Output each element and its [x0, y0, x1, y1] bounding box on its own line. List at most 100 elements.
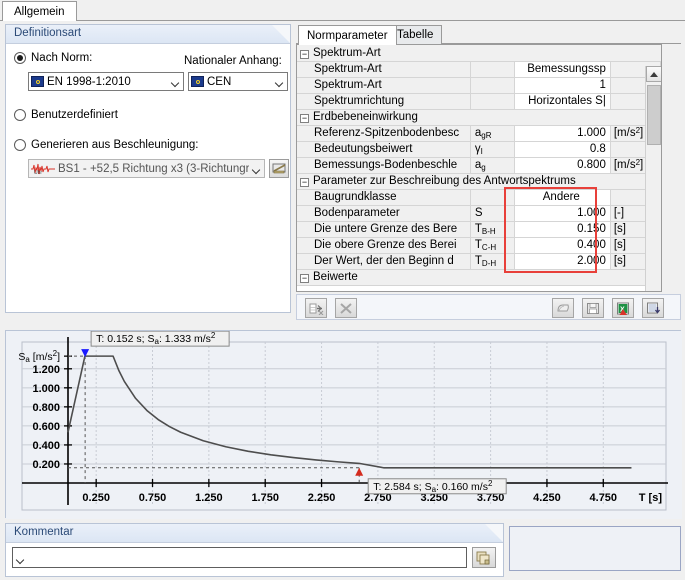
save-button[interactable] [582, 298, 604, 318]
group-label-cell: − Parameter zur Beschreibung des Antworts… [297, 173, 661, 190]
table-row[interactable]: Bedeutungsbeiwert γI 0.8 [297, 141, 661, 158]
kommentar-groupbox: Kommentar [5, 523, 504, 577]
row-name: Bemessungs-Bodenbeschle [297, 157, 471, 174]
radio-benutzerdefiniert[interactable]: Benutzerdefiniert [14, 109, 118, 121]
nationaler-anhang-label: Nationaler Anhang: [184, 55, 282, 67]
radio-nach-norm[interactable]: Nach Norm: [14, 52, 92, 64]
collapse-icon[interactable]: − [300, 178, 309, 187]
row-symbol: S [470, 205, 515, 222]
svg-text:Uhr: Uhr [34, 170, 42, 175]
tab-normparameter-label: Normparameter [307, 29, 388, 42]
parameter-table-body: − Spektrum-Art Spektrum-Art Bemessungssp … [297, 45, 661, 286]
row-value[interactable]: 0.400 [514, 237, 611, 254]
radio-benutzerdefiniert-label: Benutzerdefiniert [31, 109, 118, 121]
row-name: Der Wert, der den Beginn d [297, 253, 471, 270]
row-value[interactable]: 0.800 [514, 157, 611, 174]
row-name: Spektrum-Art [297, 61, 471, 78]
dialog-window: Allgemein Definitionsart Nach Norm: Nati… [0, 0, 685, 580]
collapse-icon[interactable]: − [300, 114, 309, 123]
chevron-down-icon[interactable] [17, 552, 24, 564]
row-name: Spektrum-Art [297, 77, 471, 94]
radio-nach-norm-dot [14, 52, 26, 64]
comment-input[interactable] [12, 547, 467, 568]
definitionsart-groupbox: Definitionsart Nach Norm: Nationaler Anh… [5, 24, 291, 313]
annex-combo-value: CEN [207, 75, 232, 88]
tab-allgemein-label: Allgemein [14, 5, 65, 18]
comment-library-button[interactable] [472, 547, 496, 568]
spectrum-chart[interactable]: 0.2000.4000.6000.8001.0001.200Sa [m/s2]0… [6, 331, 682, 519]
import-button[interactable] [642, 298, 664, 318]
row-value[interactable]: 0.8 [514, 141, 611, 158]
accelerogram-combo-value: BS1 - +52,5 Richtung x3 (3-Richtungr [58, 162, 249, 175]
svg-text:4.250: 4.250 [533, 492, 561, 504]
table-row[interactable]: Der Wert, der den Beginn d TD-H 2.000 [s… [297, 253, 661, 270]
insert-row-button[interactable] [305, 298, 327, 318]
table-row[interactable]: Spektrum-Art Bemessungssp [297, 61, 661, 78]
row-symbol [470, 189, 515, 206]
table-group-row[interactable]: − Erdbebeneinwirkung [297, 109, 661, 126]
row-name: Die untere Grenze des Bere [297, 221, 471, 238]
export-excel-button[interactable]: X [612, 298, 634, 318]
radio-nach-norm-label: Nach Norm: [31, 52, 93, 64]
row-value[interactable]: Andere [514, 189, 611, 206]
row-symbol: γI [470, 141, 515, 158]
collapse-icon[interactable]: − [300, 274, 309, 283]
table-row[interactable]: Bodenparameter S 1.000 [-] [297, 205, 661, 222]
row-value[interactable]: 1 [514, 77, 611, 94]
table-group-row[interactable]: − Parameter zur Beschreibung des Antworts… [297, 173, 661, 190]
svg-text:T [s]: T [s] [639, 492, 663, 504]
accelerogram-combo[interactable]: Uhr BS1 - +52,5 Richtung x3 (3-Richtungr [28, 159, 265, 178]
row-value[interactable]: Horizontales S| [514, 93, 611, 110]
edit-accelerogram-button[interactable] [269, 159, 289, 178]
definitionsart-body: Nach Norm: Nationaler Anhang: EN 1998-1:… [6, 44, 290, 312]
chevron-down-icon[interactable] [249, 160, 264, 177]
group-label-cell: − Beiwerte [297, 269, 661, 286]
panel-tabstrip: Normparameter Tabelle [296, 24, 681, 45]
normparameter-panel: Normparameter Tabelle − Spektrum-Art Spek… [296, 24, 681, 320]
svg-text:0.600: 0.600 [32, 421, 60, 433]
table-row[interactable]: Referenz-Spitzenbodenbesc agR 1.000 [m/s… [297, 125, 661, 142]
row-value[interactable]: Bemessungssp [514, 61, 611, 78]
table-group-row[interactable]: − Beiwerte [297, 269, 661, 286]
row-symbol: ag [470, 157, 515, 174]
chevron-down-icon[interactable] [168, 73, 183, 90]
row-value[interactable]: 1.000 [514, 205, 611, 222]
row-name: Die obere Grenze des Berei [297, 237, 471, 254]
parameter-table[interactable]: − Spektrum-Art Spektrum-Art Bemessungssp … [296, 44, 662, 292]
row-name: Bedeutungsbeiwert [297, 141, 471, 158]
standard-combo[interactable]: EN 1998-1:2010 [28, 72, 184, 91]
table-toolbar: X [296, 294, 681, 320]
svg-text:0.750: 0.750 [139, 492, 167, 504]
table-row[interactable]: Spektrumrichtung Horizontales S| [297, 93, 661, 110]
collapse-icon[interactable]: − [300, 49, 309, 59]
svg-text:1.000: 1.000 [32, 383, 60, 395]
row-symbol: TB-H [470, 221, 515, 238]
row-value[interactable]: 1.000 [514, 125, 611, 142]
row-symbol [470, 93, 515, 110]
table-row[interactable]: Baugrundklasse Andere [297, 189, 661, 206]
table-row[interactable]: Bemessungs-Bodenbeschle ag 0.800 [m/s2] [297, 157, 661, 174]
row-value[interactable]: 2.000 [514, 253, 611, 270]
row-symbol [470, 77, 515, 94]
radio-generieren[interactable]: Generieren aus Beschleunigung: [14, 139, 199, 151]
tab-normparameter[interactable]: Normparameter [298, 25, 397, 45]
scroll-up-button[interactable] [646, 66, 661, 82]
table-group-row[interactable]: − Spektrum-Art [297, 45, 661, 62]
accelerogram-icon: Uhr [31, 163, 55, 175]
radio-generieren-label: Generieren aus Beschleunigung: [31, 139, 199, 151]
radio-benutzerdefiniert-dot [14, 109, 26, 121]
kommentar-title: Kommentar [14, 526, 74, 538]
table-row[interactable]: Die untere Grenze des Bere TB-H 0.150 [s… [297, 221, 661, 238]
chevron-down-icon[interactable] [272, 73, 287, 90]
row-value[interactable]: 0.150 [514, 221, 611, 238]
tab-allgemein[interactable]: Allgemein [2, 1, 77, 21]
table-row[interactable]: Die obere Grenze des Berei TC-H 0.400 [s… [297, 237, 661, 254]
table-row[interactable]: Spektrum-Art 1 [297, 77, 661, 94]
print-button[interactable] [552, 298, 574, 318]
scrollbar-thumb[interactable] [647, 85, 661, 145]
annex-combo[interactable]: CEN [188, 72, 288, 91]
delete-row-button[interactable] [335, 298, 357, 318]
standard-combo-value: EN 1998-1:2010 [47, 75, 131, 88]
table-scrollbar[interactable] [645, 66, 661, 291]
svg-text:1.750: 1.750 [251, 492, 279, 504]
